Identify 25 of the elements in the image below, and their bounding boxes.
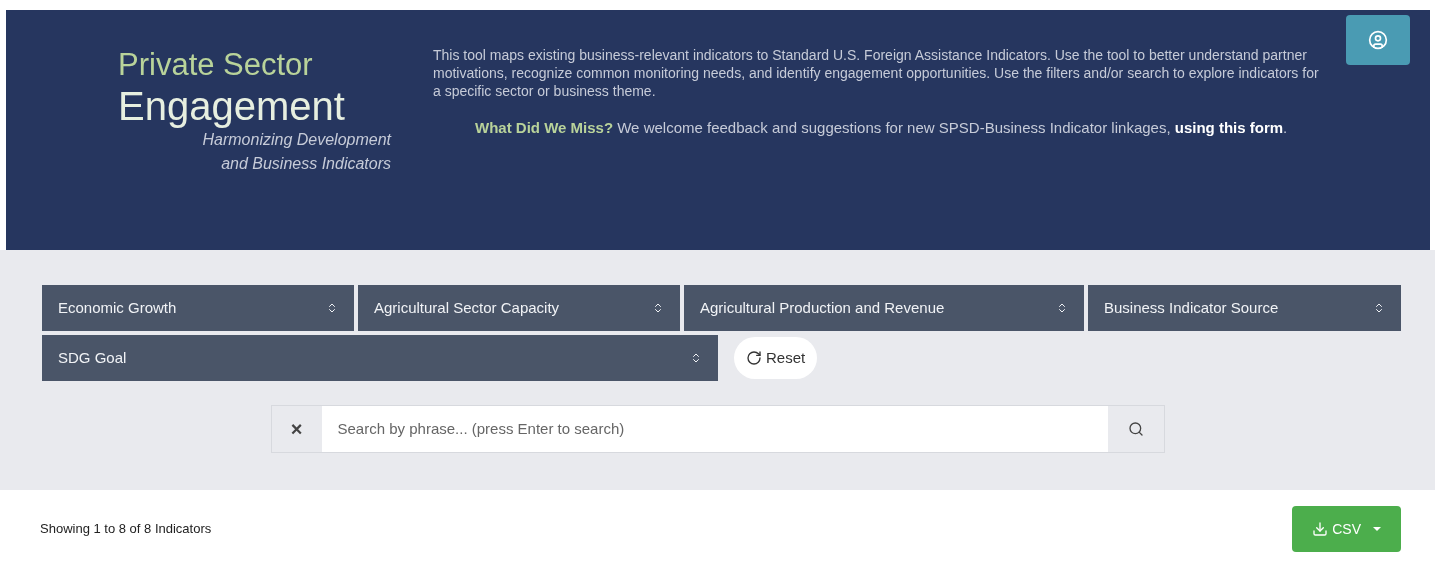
sort-caret-icon xyxy=(690,352,702,364)
download-icon xyxy=(1312,521,1329,537)
account-button[interactable] xyxy=(1346,15,1410,65)
user-icon xyxy=(1368,30,1388,50)
sort-caret-icon xyxy=(326,302,338,314)
site-title: Private Sector xyxy=(118,46,313,84)
sort-caret-icon xyxy=(1056,302,1068,314)
search-icon xyxy=(1127,421,1144,437)
description-text: This tool maps existing business-relevant indicators to Standard U.S. Foreign Assistance Indicators. Use the tool to better understand partner motivations, recognize common monitoring needs, and identify engagement opportunities. Use the filters and/or search to explore indicators for a specific sector or business theme. xyxy=(433,46,1320,100)
sort-caret-icon xyxy=(652,302,664,314)
site-title: Engagement xyxy=(118,84,345,128)
filter-dropdown[interactable]: Economic Growth xyxy=(42,285,354,331)
filter-dropdown[interactable]: Agricultural Production and Revenue xyxy=(684,285,1084,331)
clear-search-button[interactable]: × xyxy=(271,406,322,452)
sort-caret-icon xyxy=(1373,302,1385,314)
site-subtitle: Harmonizing Development and Business Indicators xyxy=(201,130,391,174)
feedback-text: What Did We Miss? We welcome feedback and suggestions for new SPSD-Business Indicator linkages, using this form. xyxy=(475,118,1289,138)
refresh-icon xyxy=(746,350,762,366)
dropdown-caret-icon xyxy=(1373,527,1381,531)
search-field[interactable]: Search by phrase... (press Enter to search) xyxy=(321,406,1108,452)
filter-dropdown[interactable]: SDG Goal xyxy=(42,335,718,381)
filter-dropdown[interactable]: Agricultural Sector Capacity xyxy=(358,285,680,331)
results-summary: Showing 1 to 8 of 8 Indicators xyxy=(40,520,212,539)
filter-dropdown[interactable]: Business Indicator Source xyxy=(1088,285,1401,331)
reset-button[interactable]: Reset xyxy=(734,337,818,379)
